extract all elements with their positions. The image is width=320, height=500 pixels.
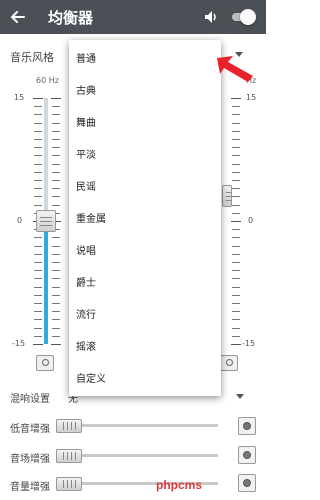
preset-option-label: 爵士	[76, 278, 96, 289]
bass-boost-thumb[interactable]	[56, 419, 82, 433]
preset-option[interactable]: 平淡	[69, 136, 221, 168]
preset-option[interactable]: 自定义	[69, 360, 221, 392]
equalizer-toggle[interactable]	[230, 9, 256, 25]
tick-marks-far-right	[231, 98, 241, 345]
preset-option-label: 说唱	[76, 246, 96, 257]
band-slider-fill	[44, 221, 48, 344]
preset-option[interactable]: 说唱	[69, 232, 221, 264]
volume-icon[interactable]	[203, 9, 219, 25]
band-slider-thumb-right[interactable]	[222, 185, 232, 207]
db-top-label-right: 15	[246, 93, 257, 102]
preset-option[interactable]: 流行	[69, 296, 221, 328]
reverb-label: 混响设置	[10, 394, 50, 405]
surround-button[interactable]	[238, 446, 256, 464]
preset-label: 音乐风格	[10, 51, 54, 64]
surround-slider[interactable]	[56, 449, 218, 463]
preset-option-label: 流行	[76, 310, 96, 321]
preset-option[interactable]: 普通	[69, 40, 221, 72]
preset-option-label: 古典	[76, 86, 96, 97]
band-slider-thumb[interactable]	[36, 210, 56, 232]
red-arrow-annotation-icon	[217, 56, 253, 82]
page-title: 均衡器	[48, 9, 94, 27]
preset-option[interactable]: 舞曲	[69, 104, 221, 136]
db-top-label: 15	[14, 93, 25, 102]
db-bottom-label: -15	[12, 339, 26, 348]
preset-option[interactable]: 古典	[69, 72, 221, 104]
preset-option-label: 摇滚	[76, 342, 96, 353]
preset-option-label: 舞曲	[76, 118, 96, 129]
preset-option-label: 重金属	[76, 214, 106, 225]
preset-option-label: 普通	[76, 54, 96, 65]
preset-option[interactable]: 爵士	[69, 264, 221, 296]
band-reset-button-right[interactable]	[220, 355, 238, 371]
surround-thumb[interactable]	[56, 449, 82, 463]
preset-option-label: 平淡	[76, 150, 96, 161]
preset-option[interactable]: 民谣	[69, 168, 221, 200]
watermark: phpcms	[156, 478, 203, 492]
preset-option-label: 自定义	[76, 374, 106, 385]
preset-option[interactable]: 摇滚	[69, 328, 221, 360]
bass-boost-button[interactable]	[238, 417, 256, 435]
loudness-button[interactable]	[238, 474, 256, 492]
surround-label: 音场增强	[10, 454, 50, 465]
bass-boost-label: 低音增强	[10, 424, 50, 435]
preset-option[interactable]: 重金属	[69, 200, 221, 232]
preset-dropdown-menu: 普通古典舞曲平淡民谣重金属说唱爵士流行摇滚自定义	[69, 40, 221, 396]
back-arrow-icon[interactable]	[8, 7, 28, 27]
bass-boost-slider[interactable]	[56, 419, 218, 433]
db-mid-label-right: 0	[248, 216, 254, 225]
loudness-thumb[interactable]	[56, 477, 82, 491]
db-bottom-label-right: -15	[242, 339, 256, 348]
db-mid-label: 0	[17, 216, 23, 225]
band-reset-button[interactable]	[36, 355, 54, 371]
reverb-dropdown-arrow-icon[interactable]	[236, 394, 244, 399]
band-freq-label: 60 Hz	[36, 76, 59, 85]
app-bar: 均衡器	[0, 0, 266, 34]
preset-option-label: 民谣	[76, 182, 96, 193]
loudness-label: 音量增强	[10, 482, 50, 493]
